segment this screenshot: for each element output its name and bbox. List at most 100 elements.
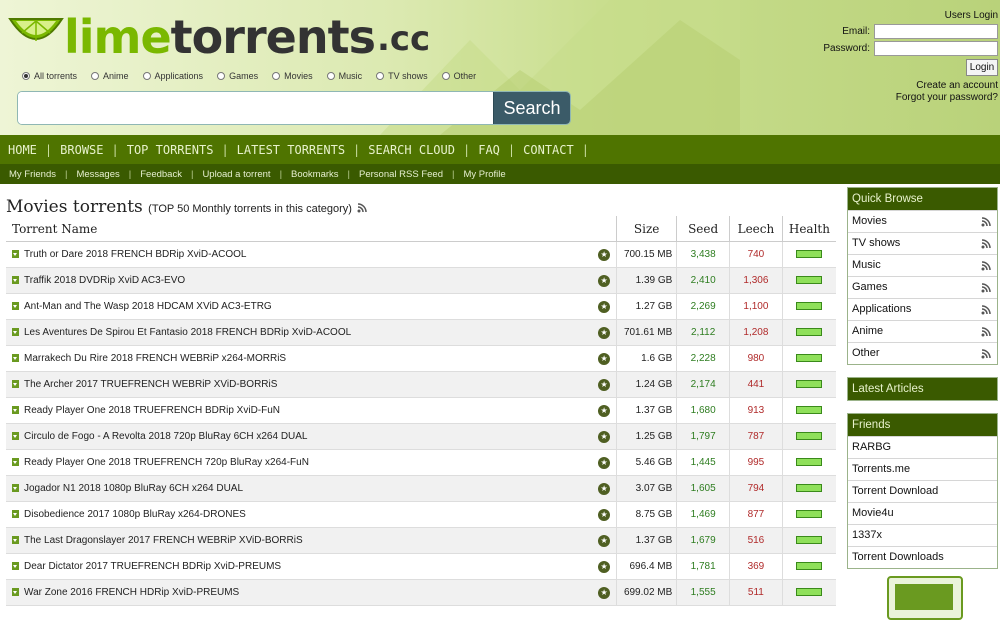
- rss-icon[interactable]: [981, 326, 991, 337]
- rss-icon[interactable]: [981, 304, 991, 315]
- torrent-link[interactable]: Ready Player One 2018 TRUEFRENCH BDRip X…: [24, 405, 280, 416]
- friend-link[interactable]: RARBG: [848, 436, 997, 458]
- friend-link[interactable]: Torrent Downloads: [848, 546, 997, 568]
- torrent-link[interactable]: Traffik 2018 DVDRip XviD AC3-EVO: [24, 275, 185, 286]
- col-size[interactable]: Size: [616, 216, 677, 242]
- col-leech[interactable]: Leech: [728, 216, 783, 242]
- nav-home[interactable]: HOME: [0, 143, 45, 157]
- download-icon[interactable]: [12, 561, 19, 570]
- seed-cell: 1,605: [676, 475, 730, 502]
- friend-link[interactable]: Torrents.me: [848, 458, 997, 480]
- table-row[interactable]: Marrakech Du Rire 2018 FRENCH WEBRiP x26…: [6, 345, 836, 372]
- radio-movies[interactable]: Movies: [272, 71, 313, 81]
- site-logo[interactable]: lime torrents .cc: [8, 2, 430, 62]
- rss-icon[interactable]: [981, 216, 991, 227]
- friend-link[interactable]: Torrent Download: [848, 480, 997, 502]
- table-row[interactable]: Circulo de Fogo - A Revolta 2018 720p Bl…: [6, 423, 836, 450]
- torrent-link[interactable]: Les Aventures De Spirou Et Fantasio 2018…: [24, 327, 351, 338]
- torrent-link[interactable]: Dear Dictator 2017 TRUEFRENCH BDRip XviD…: [24, 561, 281, 572]
- download-icon[interactable]: [12, 483, 19, 492]
- radio-tv-shows[interactable]: TV shows: [376, 71, 428, 81]
- search-input[interactable]: [18, 92, 493, 124]
- radio-other[interactable]: Other: [441, 71, 476, 81]
- table-row[interactable]: Traffik 2018 DVDRip XviD AC3-EVO ★ 1.39 GB…: [6, 267, 836, 294]
- col-torrent-name[interactable]: Torrent Name: [6, 216, 617, 242]
- friend-link[interactable]: Movie4u: [848, 502, 997, 524]
- create-account-link[interactable]: Create an account: [798, 80, 998, 92]
- torrent-link[interactable]: The Last Dragonslayer 2017 FRENCH WEBRiP…: [24, 535, 303, 546]
- forgot-password-link[interactable]: Forgot your password?: [798, 92, 998, 104]
- password-field[interactable]: [874, 41, 998, 56]
- rss-icon[interactable]: [981, 260, 991, 271]
- quick-browse-item[interactable]: Movies: [848, 210, 997, 232]
- subnav-bookmarks[interactable]: Bookmarks: [282, 169, 348, 180]
- radio-dot: [217, 72, 226, 80]
- torrent-link[interactable]: War Zone 2016 FRENCH HDRip XviD-PREUMS: [24, 587, 239, 598]
- download-icon[interactable]: [12, 535, 19, 544]
- torrent-link[interactable]: Disobedience 2017 1080p BluRay x264-DRON…: [24, 509, 246, 520]
- quick-browse-item[interactable]: Games: [848, 276, 997, 298]
- download-icon[interactable]: [12, 301, 19, 310]
- table-row[interactable]: Truth or Dare 2018 FRENCH BDRip XviD-ACO…: [6, 241, 836, 268]
- quick-browse-item[interactable]: Anime: [848, 320, 997, 342]
- subnav-rss-feed[interactable]: Personal RSS Feed: [350, 169, 452, 180]
- rss-icon[interactable]: [357, 202, 368, 213]
- nav-faq[interactable]: FAQ: [470, 143, 508, 157]
- table-row[interactable]: Ant-Man and The Wasp 2018 HDCAM XViD AC3…: [6, 293, 836, 320]
- radio-games[interactable]: Games: [217, 71, 258, 81]
- friend-link[interactable]: 1337x: [848, 524, 997, 546]
- table-row[interactable]: The Archer 2017 TRUEFRENCH WEBRiP XViD-B…: [6, 371, 836, 398]
- table-row[interactable]: Les Aventures De Spirou Et Fantasio 2018…: [6, 319, 836, 346]
- rss-icon[interactable]: [981, 282, 991, 293]
- rss-icon[interactable]: [981, 348, 991, 359]
- download-icon[interactable]: [12, 353, 19, 362]
- download-icon[interactable]: [12, 587, 19, 596]
- download-icon[interactable]: [12, 457, 19, 466]
- table-row[interactable]: Jogador N1 2018 1080p BluRay 6CH x264 DU…: [6, 475, 836, 502]
- radio-music[interactable]: Music: [326, 71, 362, 81]
- table-row[interactable]: The Last Dragonslayer 2017 FRENCH WEBRiP…: [6, 527, 836, 554]
- subnav-upload-torrent[interactable]: Upload a torrent: [193, 169, 279, 180]
- torrent-link[interactable]: The Archer 2017 TRUEFRENCH WEBRiP XViD-B…: [24, 379, 277, 390]
- torrent-link[interactable]: Ant-Man and The Wasp 2018 HDCAM XViD AC3…: [24, 301, 272, 312]
- table-row[interactable]: Disobedience 2017 1080p BluRay x264-DRON…: [6, 501, 836, 528]
- table-row[interactable]: Ready Player One 2018 TRUEFRENCH 720p Bl…: [6, 449, 836, 476]
- download-icon[interactable]: [12, 431, 19, 440]
- nav-search-cloud[interactable]: SEARCH CLOUD: [360, 143, 463, 157]
- search-button[interactable]: Search: [493, 92, 570, 124]
- torrent-link[interactable]: Truth or Dare 2018 FRENCH BDRip XviD-ACO…: [24, 249, 246, 260]
- radio-all-torrents[interactable]: All torrents: [22, 71, 77, 81]
- nav-contact[interactable]: CONTACT: [515, 143, 582, 157]
- nav-browse[interactable]: BROWSE: [52, 143, 111, 157]
- rss-icon[interactable]: [981, 238, 991, 249]
- download-icon[interactable]: [12, 379, 19, 388]
- torrent-link[interactable]: Ready Player One 2018 TRUEFRENCH 720p Bl…: [24, 457, 309, 468]
- download-icon[interactable]: [12, 249, 19, 258]
- subnav-my-profile[interactable]: My Profile: [454, 169, 514, 180]
- download-icon[interactable]: [12, 405, 19, 414]
- nav-latest-torrents[interactable]: LATEST TORRENTS: [229, 143, 353, 157]
- login-button[interactable]: Login: [966, 59, 998, 76]
- radio-applications[interactable]: Applications: [142, 71, 203, 81]
- email-field[interactable]: [874, 24, 998, 39]
- subnav-messages[interactable]: Messages: [67, 169, 128, 180]
- radio-anime[interactable]: Anime: [91, 71, 129, 81]
- subnav-feedback[interactable]: Feedback: [131, 169, 191, 180]
- latest-articles-title[interactable]: Latest Articles: [848, 378, 997, 400]
- table-row[interactable]: Dear Dictator 2017 TRUEFRENCH BDRip XviD…: [6, 553, 836, 580]
- table-row[interactable]: War Zone 2016 FRENCH HDRip XviD-PREUMS ★ 6…: [6, 579, 836, 606]
- torrent-link[interactable]: Marrakech Du Rire 2018 FRENCH WEBRiP x26…: [24, 353, 286, 364]
- torrent-link[interactable]: Circulo de Fogo - A Revolta 2018 720p Bl…: [24, 431, 308, 442]
- torrent-link[interactable]: Jogador N1 2018 1080p BluRay 6CH x264 DU…: [24, 483, 243, 494]
- quick-browse-item[interactable]: Applications: [848, 298, 997, 320]
- download-icon[interactable]: [12, 275, 19, 284]
- nav-top-torrents[interactable]: TOP TORRENTS: [119, 143, 222, 157]
- quick-browse-item[interactable]: TV shows: [848, 232, 997, 254]
- table-row[interactable]: Ready Player One 2018 TRUEFRENCH BDRip X…: [6, 397, 836, 424]
- col-seed[interactable]: Seed: [676, 216, 730, 242]
- download-icon[interactable]: [12, 327, 19, 336]
- quick-browse-item[interactable]: Music: [848, 254, 997, 276]
- download-icon[interactable]: [12, 509, 19, 518]
- subnav-my-friends[interactable]: My Friends: [0, 169, 65, 180]
- quick-browse-item[interactable]: Other: [848, 342, 997, 364]
